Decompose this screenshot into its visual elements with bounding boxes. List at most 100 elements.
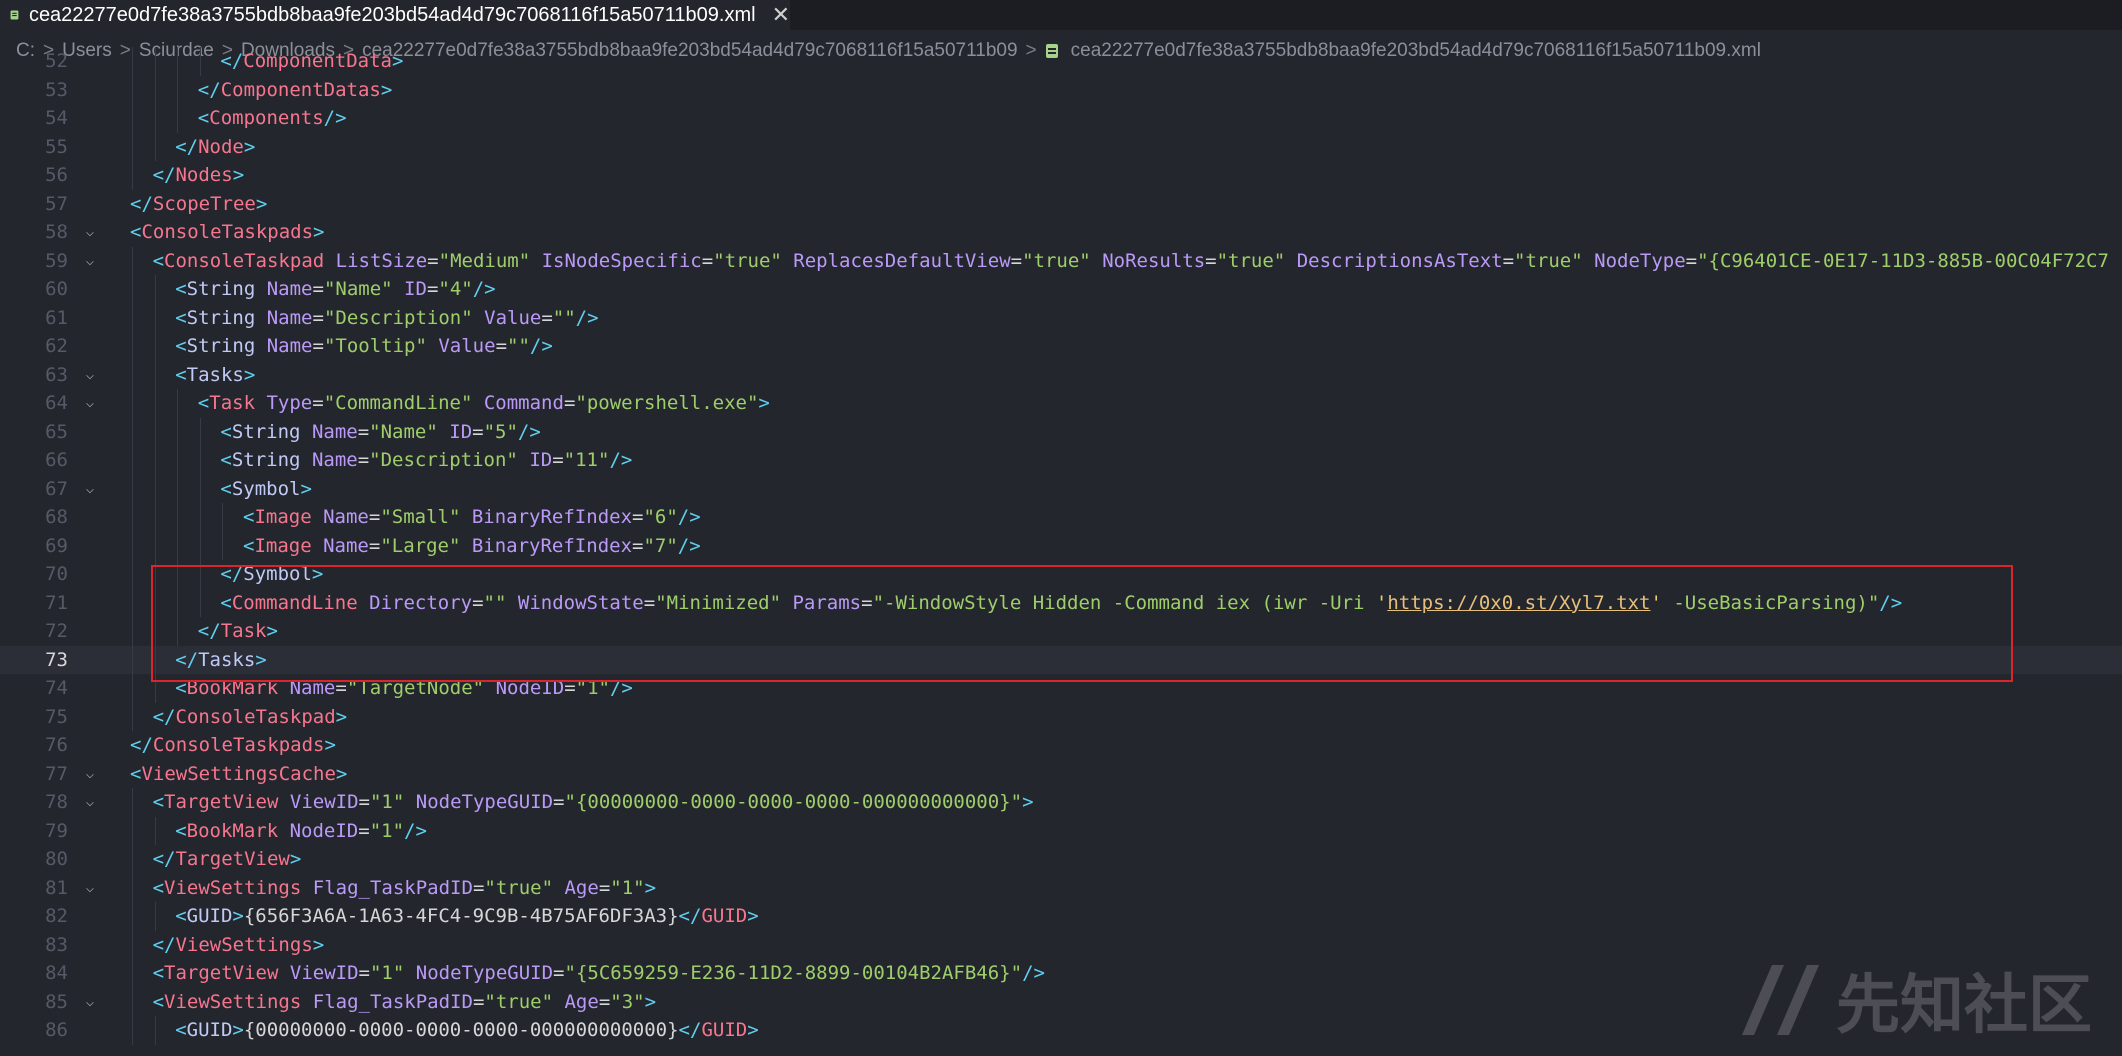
fold-chevron-icon[interactable]: ⌵ bbox=[80, 389, 100, 418]
fold-chevron-icon[interactable]: ⌵ bbox=[80, 475, 100, 504]
code-line[interactable]: 69 <Image Name="Large" BinaryRefIndex="7"… bbox=[0, 531, 2122, 560]
code-token: ID bbox=[529, 449, 553, 471]
code-token: "CommandLine" bbox=[323, 392, 473, 414]
code-text: </Node> bbox=[175, 133, 255, 162]
fold-chevron-icon[interactable]: ⌵ bbox=[80, 874, 100, 903]
code-text: </Nodes> bbox=[153, 161, 245, 190]
code-token: "true" bbox=[1514, 249, 1583, 272]
indent-guide bbox=[132, 702, 133, 731]
indent-guide bbox=[132, 788, 133, 817]
code-line[interactable]: 80 </TargetView> bbox=[0, 845, 2122, 874]
code-line[interactable]: 75 </ConsoleTaskpad> bbox=[0, 702, 2122, 731]
code-token: "{C96401CE-0E17-11D3-885B-00C04F72C7 bbox=[1697, 249, 2109, 272]
editor-tab[interactable]: cea22277e0d7fe38a3755bdb8baa9fe203bd54ad… bbox=[0, 0, 790, 30]
code-line[interactable]: 78 ⌵ <TargetView ViewID="1" NodeTypeGUID="… bbox=[0, 788, 2122, 817]
code-token: > bbox=[644, 990, 657, 1013]
code-line[interactable]: 81 ⌵ <ViewSettings Flag_TaskPadID="true" A… bbox=[0, 873, 2122, 903]
code-token: < bbox=[220, 477, 232, 500]
fold-chevron-icon[interactable]: ⌵ bbox=[80, 988, 100, 1017]
code-line[interactable]: 53 </ComponentDatas> bbox=[0, 75, 2122, 104]
fold-chevron-icon[interactable]: ⌵ bbox=[80, 218, 100, 247]
code-token: /> bbox=[529, 335, 553, 357]
indent-guide bbox=[154, 531, 156, 560]
code-line[interactable]: 66 <String Name="Description" ID="11"/> bbox=[0, 446, 2122, 475]
code-line[interactable]: 77 ⌵ <ViewSettingsCache> bbox=[0, 760, 2122, 789]
code-line[interactable]: 54 <Components/> bbox=[0, 104, 2122, 133]
code-token: ViewID bbox=[289, 962, 359, 984]
code-line[interactable]: 61 <String Name="Description" Value=""/> bbox=[0, 303, 2122, 332]
code-token: < bbox=[243, 534, 255, 557]
code-line[interactable]: 58 ⌵ <ConsoleTaskpads> bbox=[0, 218, 2122, 247]
code-line[interactable]: 65 <String Name="Name" ID="5"/> bbox=[0, 417, 2122, 447]
watermark: 先知社区 bbox=[1732, 954, 2092, 1046]
code-line[interactable]: 63 ⌵ <Tasks> bbox=[0, 360, 2122, 390]
code-line[interactable]: 76 </ConsoleTaskpads> bbox=[0, 731, 2122, 760]
code-line[interactable]: 82 <GUID>{656F3A6A-1A63-4FC4-9C9B-4B75AF6… bbox=[0, 902, 2122, 931]
watermark-text: 先知社区 bbox=[1836, 969, 2092, 1041]
code-text: <String Name="Name" ID="5"/> bbox=[220, 418, 540, 447]
code-line[interactable]: 55 </Node> bbox=[0, 132, 2122, 162]
code-token: = bbox=[598, 876, 611, 899]
code-token: "true" bbox=[1216, 249, 1286, 272]
fold-chevron-icon[interactable]: ⌵ bbox=[80, 760, 100, 789]
code-token: </ bbox=[152, 848, 176, 870]
code-line[interactable]: 67 ⌵ <Symbol> bbox=[0, 474, 2122, 504]
line-number: 60 bbox=[45, 278, 68, 300]
tab-title: cea22277e0d7fe38a3755bdb8baa9fe203bd54ad… bbox=[28, 3, 756, 26]
code-token: ConsoleTaskpads bbox=[141, 221, 314, 243]
code-text: <Task Type="CommandLine" Command="powers… bbox=[198, 389, 770, 418]
code-token: ScopeTree bbox=[152, 192, 256, 215]
code-line[interactable]: 52 </ComponentData> bbox=[0, 47, 2122, 76]
code-token: > bbox=[324, 734, 336, 756]
indent-guide bbox=[177, 389, 179, 418]
code-token: "{5C659259-E236-11D2-8899-00104B2AFB46}" bbox=[564, 962, 1023, 984]
code-token: "true" bbox=[484, 876, 554, 899]
indent-guide bbox=[154, 360, 156, 389]
code-line[interactable]: 56 </Nodes> bbox=[0, 161, 2122, 190]
indent-guide bbox=[132, 47, 133, 76]
fold-chevron-icon[interactable]: ⌵ bbox=[80, 247, 100, 276]
indent-guide bbox=[132, 845, 133, 874]
code-token: = bbox=[553, 791, 565, 813]
code-token: GUID bbox=[701, 1019, 748, 1041]
code-line[interactable]: 79 <BookMark NodeID="1"/> bbox=[0, 816, 2122, 845]
code-token: > bbox=[747, 905, 759, 927]
fold-chevron-icon[interactable]: ⌵ bbox=[80, 788, 100, 817]
code-line[interactable]: 62 <String Name="Tooltip" Value=""/> bbox=[0, 332, 2122, 361]
fold-chevron-icon[interactable]: ⌵ bbox=[80, 361, 100, 390]
code-line[interactable]: 64 ⌵ <Task Type="CommandLine" Command="pow… bbox=[0, 389, 2122, 418]
code-token: < bbox=[175, 1019, 187, 1041]
indent-guide bbox=[132, 902, 133, 931]
line-number: 59 bbox=[45, 249, 68, 272]
code-token: Components bbox=[209, 107, 324, 129]
indent-guide bbox=[132, 645, 133, 674]
code-token: </ bbox=[152, 164, 176, 186]
code-line[interactable]: 60 <String Name="Name" ID="4"/> bbox=[0, 275, 2122, 304]
highlight-annotation-box bbox=[151, 565, 2013, 682]
close-icon[interactable]: ✕ bbox=[772, 2, 790, 28]
indent-guide bbox=[132, 132, 133, 161]
code-token: ComponentDatas bbox=[220, 78, 381, 101]
code-line[interactable]: 57 </ScopeTree> bbox=[0, 190, 2122, 219]
code-line[interactable]: 68 <Image Name="Small" BinaryRefIndex="6"… bbox=[0, 503, 2122, 532]
line-number: 76 bbox=[45, 734, 68, 756]
code-token: Command bbox=[483, 392, 564, 414]
indent-guide bbox=[199, 446, 201, 475]
code-token: > bbox=[335, 762, 348, 785]
code-line[interactable]: 59 ⌵ <ConsoleTaskpad ListSize="Medium" IsN… bbox=[0, 246, 2122, 276]
code-token: < bbox=[197, 392, 210, 414]
line-number: 73 bbox=[45, 648, 68, 671]
code-token: GUID bbox=[701, 905, 748, 927]
indent-guide bbox=[154, 902, 156, 931]
code-token: "Medium" bbox=[438, 249, 531, 272]
code-token: </ bbox=[130, 192, 153, 215]
code-token: String bbox=[186, 306, 256, 329]
line-number: 80 bbox=[45, 848, 68, 870]
code-editor[interactable]: 52 </ComponentData> 53 </ComponentDatas> 54 <… bbox=[0, 47, 2122, 1056]
code-token: "Large" bbox=[380, 534, 461, 557]
